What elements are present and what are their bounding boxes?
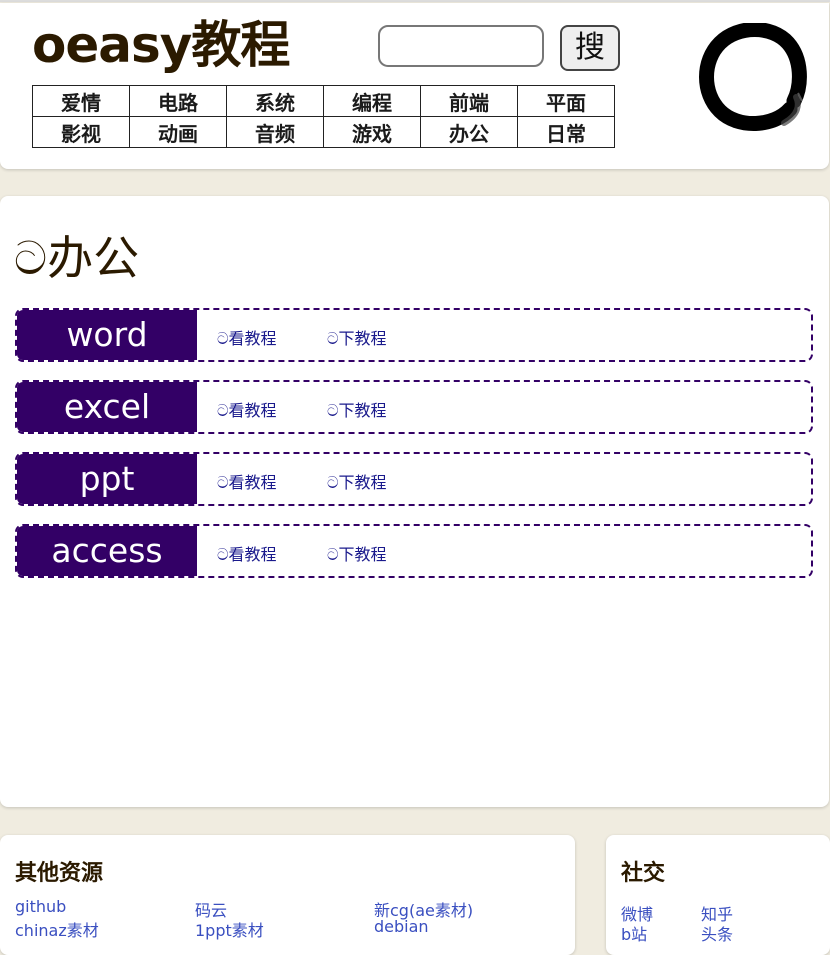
nav-item[interactable]: 办公 — [420, 116, 518, 148]
nav-item[interactable]: 编程 — [323, 85, 421, 117]
course-name[interactable]: word — [17, 310, 197, 360]
course-row-word: word ට看教程 ට下教程 — [15, 308, 813, 362]
course-name[interactable]: access — [17, 526, 197, 576]
nav-item[interactable]: 系统 — [226, 85, 324, 117]
social-link-toutiao[interactable]: 头条 — [701, 921, 733, 945]
course-name[interactable]: ppt — [17, 454, 197, 504]
main-content: ට办公 word ට看教程 ට下教程 excel ට看教程 ට下教程 ppt ට… — [0, 196, 829, 807]
view-tutorial-link[interactable]: ට看教程 — [217, 454, 277, 504]
download-tutorial-link[interactable]: ට下教程 — [327, 454, 387, 504]
resource-link-1ppt[interactable]: 1ppt素材 — [195, 917, 264, 941]
resource-link-github[interactable]: github — [15, 897, 66, 916]
course-row-excel: excel ට看教程 ට下教程 — [15, 380, 813, 434]
resource-link-debian[interactable]: debian — [374, 917, 429, 936]
nav-row: 影视 动画 音频 游戏 办公 日常 — [32, 116, 615, 148]
nav-item[interactable]: 游戏 — [323, 116, 421, 148]
category-nav: 爱情 电路 系统 编程 前端 平面 影视 动画 音频 游戏 办公 日常 — [32, 85, 615, 148]
view-tutorial-link[interactable]: ට看教程 — [217, 526, 277, 576]
nav-item[interactable]: 影视 — [32, 116, 130, 148]
social-card: 社交 微博 知乎 b站 头条 — [606, 835, 830, 955]
nav-item[interactable]: 动画 — [129, 116, 227, 148]
view-tutorial-link[interactable]: ට看教程 — [217, 382, 277, 432]
view-tutorial-link[interactable]: ට看教程 — [217, 310, 277, 360]
nav-item[interactable]: 日常 — [517, 116, 615, 148]
nav-item[interactable]: 爱情 — [32, 85, 130, 117]
header: oeasy教程 搜 爱情 电路 系统 编程 前端 平面 影视 动画 音频 游戏 … — [0, 3, 829, 169]
resources-title: 其他资源 — [15, 861, 104, 886]
enso-circle-icon — [699, 23, 807, 131]
site-logo[interactable]: oeasy教程 — [32, 15, 290, 75]
search-button[interactable]: 搜 — [560, 25, 620, 71]
nav-item[interactable]: 音频 — [226, 116, 324, 148]
social-title: 社交 — [621, 861, 666, 886]
nav-item[interactable]: 电路 — [129, 85, 227, 117]
resource-link-chinaz[interactable]: chinaz素材 — [15, 917, 99, 941]
nav-item[interactable]: 前端 — [420, 85, 518, 117]
download-tutorial-link[interactable]: ට下教程 — [327, 310, 387, 360]
course-row-ppt: ppt ට看教程 ට下教程 — [15, 452, 813, 506]
course-name[interactable]: excel — [17, 382, 197, 432]
download-tutorial-link[interactable]: ට下教程 — [327, 526, 387, 576]
section-title: ට办公 — [14, 231, 140, 285]
social-link-bilibili[interactable]: b站 — [621, 921, 647, 945]
download-tutorial-link[interactable]: ට下教程 — [327, 382, 387, 432]
resources-card: 其他资源 github 码云 新cg(ae素材) chinaz素材 1ppt素材… — [0, 835, 575, 955]
nav-item[interactable]: 平面 — [517, 85, 615, 117]
nav-row: 爱情 电路 系统 编程 前端 平面 — [32, 85, 615, 117]
course-row-access: access ට看教程 ට下教程 — [15, 524, 813, 578]
search-input[interactable] — [378, 25, 544, 67]
top-divider — [0, 0, 830, 2]
